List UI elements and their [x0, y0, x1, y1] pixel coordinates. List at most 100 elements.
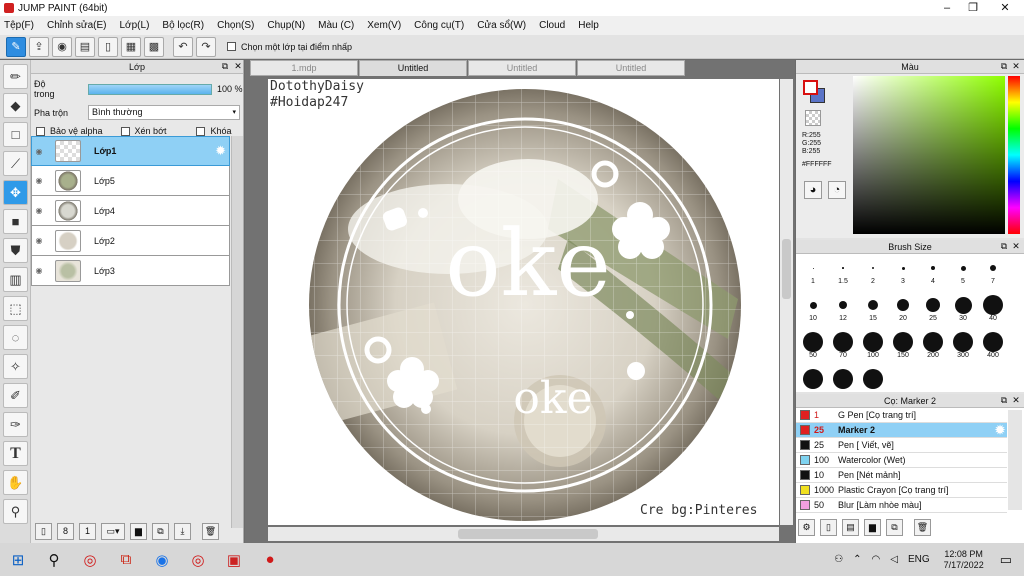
brush-size-option[interactable]: 150 [888, 332, 918, 359]
zalo-icon[interactable]: ◉ [144, 543, 180, 576]
menu-color[interactable]: Màu (C) [318, 20, 354, 31]
undo-icon[interactable]: ↶ [173, 36, 193, 57]
wifi-icon[interactable]: ◠ [872, 554, 881, 565]
brush-size-option[interactable]: 30 [948, 295, 978, 322]
menu-tools[interactable]: Công cụ(T) [414, 20, 464, 31]
brush-tool-item[interactable]: 25 Marker 2 ✹ [796, 423, 1007, 438]
transparent-swatch[interactable] [805, 110, 821, 126]
brush-size-option[interactable] [828, 369, 858, 389]
new-brush-icon[interactable]: ▯ [820, 519, 837, 536]
canvas-vertical-scrollbar[interactable] [780, 79, 793, 525]
move-tool-icon[interactable]: ✥ [3, 180, 28, 205]
opera-gx-icon[interactable]: ◎ [180, 543, 216, 576]
protect-alpha-checkbox[interactable] [36, 126, 45, 136]
brush-size-option[interactable] [798, 369, 828, 389]
close-button[interactable]: ✕ [990, 0, 1020, 16]
layer-row[interactable]: ◉ Lớp5 [31, 166, 230, 196]
tab-document[interactable]: Untitled [468, 60, 576, 76]
brush-size-option[interactable]: 3 [888, 258, 918, 285]
page-icon[interactable]: ▯ [98, 36, 118, 57]
tray-chevron-icon[interactable]: ⌃ [853, 554, 861, 565]
blend-mode-select[interactable]: Bình thường ▾ [88, 105, 240, 120]
redo-icon[interactable]: ↷ [196, 36, 216, 57]
menu-select[interactable]: Chọn(S) [217, 20, 254, 31]
delete-layer-icon[interactable]: 🗑 [202, 522, 219, 540]
brush-size-option[interactable]: 300 [948, 332, 978, 359]
layer-row[interactable]: ◉ Lớp3 [31, 256, 230, 286]
brush-size-option[interactable]: 2 [858, 258, 888, 285]
lock-checkbox[interactable] [196, 126, 206, 136]
speech-bubble-icon[interactable]: ◉ [52, 36, 72, 57]
add-layer-menu-icon[interactable]: ▭▾ [101, 522, 125, 540]
visibility-icon[interactable]: ◉ [32, 147, 46, 156]
brush-tool-item[interactable]: 10 Pen [Nét mảnh] [796, 468, 1007, 483]
comment-icon[interactable]: ▤ [75, 36, 95, 57]
line-tool-icon[interactable]: ⟋ [3, 151, 28, 176]
eraser-tool-icon[interactable]: ◆ [3, 93, 28, 118]
tool-list-scrollbar[interactable] [1008, 410, 1022, 510]
grid-settings-icon[interactable]: ▩ [144, 36, 164, 57]
brush-tool-item[interactable]: 1 G Pen [Cọ trang trí] [796, 408, 1007, 423]
menu-filter[interactable]: Bộ lọc(R) [162, 20, 204, 31]
brush-size-option[interactable]: 20 [888, 295, 918, 322]
brush-size-option[interactable]: 7 [978, 258, 1008, 285]
undock-icon[interactable]: ⧉ [220, 61, 230, 71]
hue-slider[interactable] [1008, 76, 1020, 234]
menu-window[interactable]: Cửa sổ(W) [477, 20, 526, 31]
select-layer-checkbox[interactable] [227, 42, 236, 51]
brush-size-option[interactable]: 70 [828, 332, 858, 359]
select-pen-icon[interactable]: ✐ [3, 383, 28, 408]
layer-row[interactable]: ◉ Lớp2 [31, 226, 230, 256]
merge-layer-icon[interactable]: ⤓ [174, 522, 191, 540]
windows-start-icon[interactable]: ⊞ [0, 543, 36, 576]
copy-brush-icon[interactable]: ⧉ [886, 519, 903, 536]
opacity-slider[interactable] [88, 83, 212, 95]
tab-document[interactable]: Untitled [359, 60, 467, 76]
drawing-canvas[interactable]: DotothyDaisy #Hoidap247 oke oke Cre bg:P… [268, 79, 779, 525]
record-icon[interactable]: ● [252, 543, 288, 576]
tab-document[interactable]: Untitled [577, 60, 685, 76]
bucket-tool-icon[interactable]: ⛊ [3, 238, 28, 263]
brush-size-option[interactable]: 100 [858, 332, 888, 359]
visibility-icon[interactable]: ◉ [32, 206, 46, 215]
jump-paint-icon[interactable]: ▣ [216, 543, 252, 576]
brush-size-option[interactable]: 50 [798, 332, 828, 359]
brush-size-option[interactable]: 12 [828, 295, 858, 322]
app-icon[interactable]: ⧉ [108, 543, 144, 576]
brush-size-option[interactable]: 200 [918, 332, 948, 359]
brush-size-option[interactable]: 1.5 [828, 258, 858, 285]
canvas-horizontal-scrollbar[interactable] [268, 527, 779, 541]
clip-checkbox[interactable] [120, 126, 130, 136]
rect-select-icon[interactable]: ⬚ [3, 296, 28, 321]
brush-size-option[interactable]: 40 [978, 295, 1008, 322]
menu-help[interactable]: Help [578, 20, 599, 31]
brush-tool-icon[interactable]: ✏ [3, 64, 28, 89]
opera-icon[interactable]: ◎ [72, 543, 108, 576]
export-icon[interactable]: ⇪ [29, 36, 49, 57]
menu-view[interactable]: Xem(V) [367, 20, 401, 31]
menu-edit[interactable]: Chỉnh sửa(E) [47, 20, 107, 31]
menu-cloud[interactable]: Cloud [539, 20, 565, 31]
layer-scrollbar[interactable] [231, 136, 243, 528]
visibility-icon[interactable]: ◉ [32, 236, 46, 245]
brush-settings-icon[interactable]: ⚙ [798, 519, 815, 536]
brush-tool-item[interactable]: 100 Watercolor (Wet) [796, 453, 1007, 468]
undock-icon[interactable]: ⧉ [999, 61, 1009, 71]
tool-settings-icon[interactable]: ✹ [995, 423, 1005, 437]
panel-close-icon[interactable]: ✕ [1011, 395, 1021, 405]
visibility-icon[interactable]: ◉ [32, 176, 46, 185]
volume-icon[interactable]: ◁ [890, 554, 898, 565]
clock[interactable]: 12:08 PM 7/17/2022 [944, 549, 984, 571]
panel-layout-icon[interactable]: ▦ [121, 36, 141, 57]
duplicate-layer-icon[interactable]: ⧉ [152, 522, 169, 540]
brush-size-option[interactable]: 15 [858, 295, 888, 322]
brush-tool-item[interactable]: 25 Pen [ Viết, vẽ] [796, 438, 1007, 453]
delete-brush-icon[interactable]: 🗑 [914, 519, 931, 536]
hand-tool-icon[interactable]: ✋ [3, 470, 28, 495]
undock-icon[interactable]: ⧉ [999, 395, 1009, 405]
people-icon[interactable]: ⚇ [834, 554, 843, 565]
new-layer-icon[interactable]: ▯ [35, 522, 52, 540]
visibility-icon[interactable]: ◉ [32, 266, 46, 275]
undock-icon[interactable]: ⧉ [999, 241, 1009, 251]
panel-close-icon[interactable]: ✕ [1011, 241, 1021, 251]
